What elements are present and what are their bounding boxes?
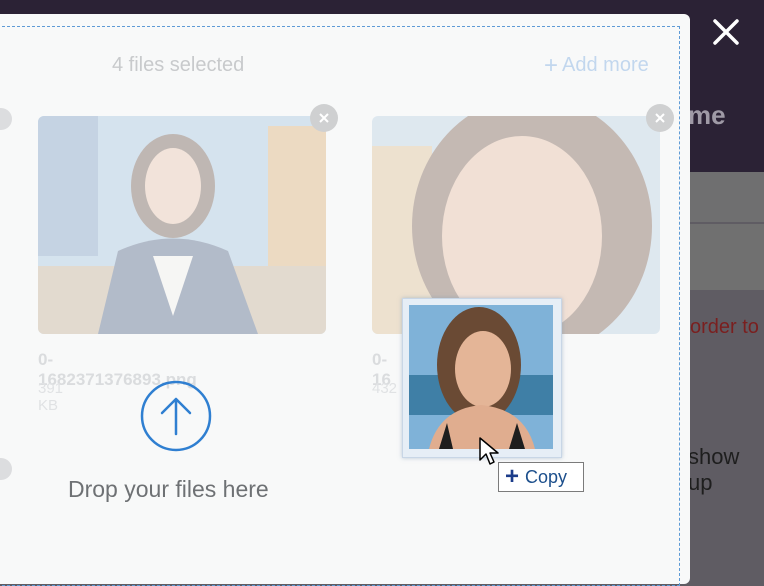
- close-icon: [655, 113, 665, 123]
- background-panel: [688, 172, 764, 222]
- add-more-button[interactable]: + Add more: [544, 51, 649, 79]
- close-icon: [319, 113, 329, 123]
- file-size: 432: [372, 380, 398, 397]
- background-header-title: me: [688, 100, 726, 130]
- close-modal-button[interactable]: [708, 14, 744, 50]
- upload-modal: 4 files selected + Add more 0-1682371376…: [0, 14, 690, 586]
- drop-files-text: Drop your files here: [68, 476, 269, 502]
- close-icon: [713, 19, 739, 45]
- copy-drag-badge: + Copy: [498, 462, 584, 492]
- upload-arrow-icon: [140, 380, 212, 452]
- copy-label: Copy: [525, 466, 568, 487]
- file-size: 391 KB: [38, 380, 64, 414]
- files-selected-count: 4 files selected: [112, 54, 245, 76]
- woman-photo: [409, 305, 553, 449]
- dragged-file-preview: [402, 298, 562, 458]
- background-panel: [688, 224, 764, 290]
- background-text: show up: [688, 444, 740, 495]
- file-thumbnail: [38, 116, 326, 334]
- remove-file-button[interactable]: [646, 104, 674, 132]
- background-text: order to: [690, 316, 759, 338]
- add-more-label: Add more: [562, 54, 649, 76]
- woman-photo: [38, 116, 326, 334]
- plus-icon: +: [505, 463, 520, 490]
- plus-icon: +: [544, 51, 559, 79]
- remove-file-button[interactable]: [310, 104, 338, 132]
